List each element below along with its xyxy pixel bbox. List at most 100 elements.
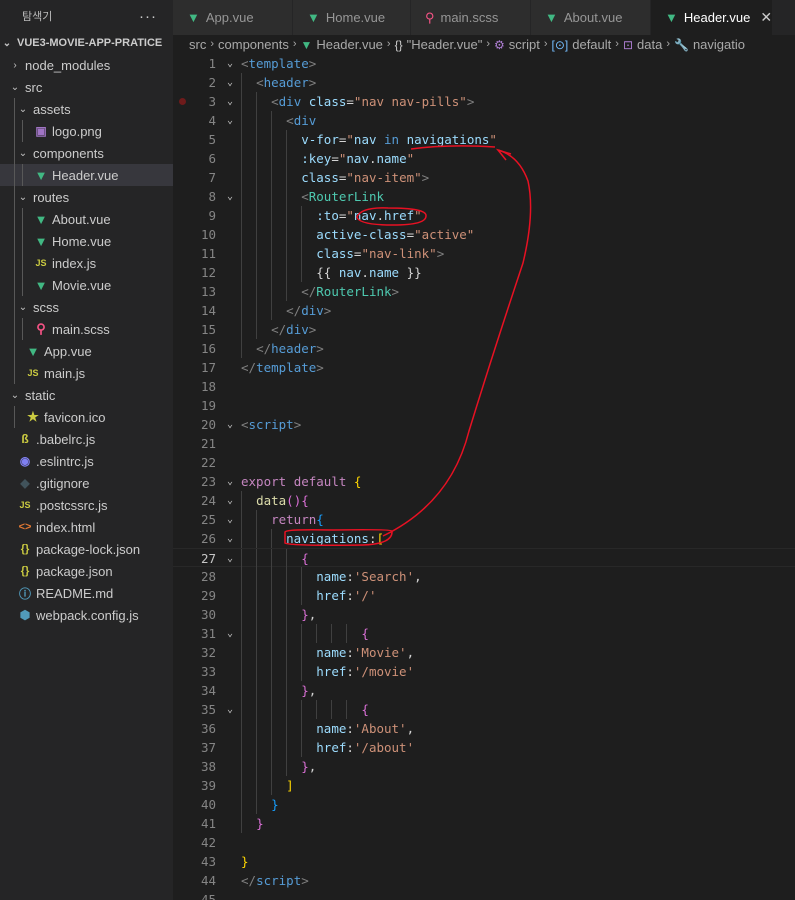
indent-guide	[14, 318, 15, 340]
chevron-right-icon: ›	[386, 38, 391, 50]
tree-item-label: Movie.vue	[52, 277, 112, 293]
eslint-file-icon: ◉	[19, 454, 31, 468]
project-root[interactable]: ⌄ VUE3-MOVIE-APP-PRATICE	[0, 32, 173, 54]
indent-guide	[14, 120, 15, 142]
json-file-icon: {}	[20, 565, 30, 577]
file-item[interactable]: ⬢ webpack.config.js	[0, 604, 173, 626]
folder-item[interactable]: ⌄ routes	[0, 186, 173, 208]
tree-item-label: main.js	[44, 365, 86, 381]
file-item[interactable]: ★ favicon.ico	[0, 406, 173, 428]
js-file-icon: JS	[19, 500, 31, 510]
breadcrumb-item[interactable]: ⚙ script	[494, 37, 540, 52]
braces-icon: {}	[394, 37, 403, 52]
file-item[interactable]: {} package-lock.json	[0, 538, 173, 560]
more-actions-icon[interactable]: ···	[139, 8, 157, 25]
tab-main-scss[interactable]: ⚲ main.scss	[411, 0, 531, 35]
folder-item[interactable]: ⌄ src	[0, 76, 173, 98]
indent-guide	[22, 208, 23, 230]
folder-item[interactable]: ⌄ static	[0, 384, 173, 406]
chevron-right-icon: ›	[486, 38, 490, 50]
box-navigations	[284, 528, 393, 546]
folder-item[interactable]: ⌄ scss	[0, 296, 173, 318]
html-file-icon: <>	[18, 521, 32, 533]
file-item[interactable]: ⓘ README.md	[0, 582, 173, 604]
vue-file-icon: ▼	[34, 167, 48, 183]
breadcrumb-label: script	[508, 36, 540, 52]
vue-file-icon: ▼	[34, 233, 48, 249]
file-item[interactable]: ß .babelrc.js	[0, 428, 173, 450]
file-item[interactable]: ▼ Home.vue	[0, 230, 173, 252]
file-item[interactable]: ◆ .gitignore	[0, 472, 173, 494]
script-icon: ⚙	[494, 37, 505, 52]
vue-file-icon: ▼	[307, 10, 320, 25]
breadcrumb-item[interactable]: components	[218, 37, 289, 52]
tab-label: main.scss	[440, 10, 499, 25]
file-item[interactable]: ▼ Movie.vue	[0, 274, 173, 296]
tab-about-vue[interactable]: ▼ About.vue	[531, 0, 651, 35]
explorer-sidebar: 탐색기 ··· ⌄ VUE3-MOVIE-APP-PRATICE › node_m…	[0, 0, 173, 900]
chevron-right-icon: ›	[666, 38, 670, 50]
webpack-file-icon: ⬢	[19, 608, 31, 622]
tree-item-label: favicon.ico	[44, 409, 106, 425]
breadcrumb-item[interactable]: [⊙] default	[552, 37, 612, 52]
underline-navigations	[410, 145, 496, 150]
tree-item-label: src	[25, 79, 43, 95]
folder-item[interactable]: › node_modules	[0, 54, 173, 76]
code-editor[interactable]: 1 ⌄ <template> 2 ⌄ <header> 3 ⌄ <div class="na…	[173, 53, 795, 900]
tree-item-label: package-lock.json	[36, 541, 141, 557]
tab-label: Home.vue	[325, 10, 386, 25]
json-file-icon: {}	[20, 543, 30, 555]
file-item[interactable]: ▼ Header.vue	[0, 164, 173, 186]
indent-guide	[14, 252, 15, 274]
tree-item-label: webpack.config.js	[36, 607, 139, 623]
scss-file-icon: ⚲	[425, 9, 435, 25]
file-item[interactable]: ▣ logo.png	[0, 120, 173, 142]
tree-item-label: package.json	[36, 563, 113, 579]
breadcrumb-label: src	[189, 36, 207, 52]
method-icon: ⊡	[622, 37, 634, 52]
indent-guide	[22, 252, 23, 274]
breadcrumb-item[interactable]: ▼ Header.vue	[301, 37, 383, 52]
vue-file-icon: ▼	[34, 211, 48, 227]
tree-item-label: routes	[33, 189, 70, 205]
chevron-down-icon: ⌄	[18, 103, 28, 115]
file-item[interactable]: JS index.js	[0, 252, 173, 274]
file-item[interactable]: ◉ .eslintrc.js	[0, 450, 173, 472]
file-item[interactable]: ▼ App.vue	[0, 340, 173, 362]
chevron-down-icon: ⌄	[2, 37, 12, 49]
tree-item-label: README.md	[36, 585, 114, 601]
file-item[interactable]: <> index.html	[0, 516, 173, 538]
git-file-icon: ◆	[20, 476, 30, 490]
tab-home-vue[interactable]: ▼ Home.vue	[293, 0, 411, 35]
vue-file-icon: ▼	[26, 343, 40, 359]
indent-guide	[22, 274, 23, 296]
file-item[interactable]: JS main.js	[0, 362, 173, 384]
chevron-right-icon: ›	[543, 38, 548, 50]
tab-app-vue[interactable]: ▼ App.vue	[173, 0, 293, 35]
tree-item-label: node_modules	[25, 57, 111, 73]
file-item[interactable]: ⚲ main.scss	[0, 318, 173, 340]
folder-item[interactable]: ⌄ assets	[0, 98, 173, 120]
breadcrumb-item[interactable]: {} "Header.vue"	[395, 37, 483, 52]
file-item[interactable]: ▼ About.vue	[0, 208, 173, 230]
tree-item-label: Home.vue	[52, 233, 112, 249]
file-item[interactable]: {} package.json	[0, 560, 173, 582]
indent-guide	[14, 186, 15, 208]
tab-label: Header.vue	[683, 10, 751, 25]
tab-label: About.vue	[563, 10, 623, 25]
breadcrumb-item[interactable]: 🔧 navigatio	[674, 37, 745, 52]
breadcrumb-item[interactable]: ⊡ data	[623, 37, 662, 52]
chevron-right-icon: ›	[615, 38, 619, 50]
editor-tabs: ▼ App.vue ▼ Home.vue ⚲ main.scss ▼ About.vue ▼ He…	[173, 0, 795, 35]
tree-item-label: .gitignore	[36, 475, 90, 491]
tab-label: App.vue	[205, 10, 254, 25]
file-item[interactable]: JS .postcssrc.js	[0, 494, 173, 516]
close-icon[interactable]: ✕	[760, 9, 772, 26]
folder-item[interactable]: ⌄ components	[0, 142, 173, 164]
readme-info-icon: ⓘ	[18, 586, 31, 601]
tab-header-vue[interactable]: ▼ Header.vue ✕	[651, 0, 773, 35]
indent-guide	[22, 120, 23, 142]
scss-file-icon: ⚲	[36, 321, 46, 336]
breadcrumb-item[interactable]: src	[189, 37, 206, 52]
tree-item-label: .postcssrc.js	[36, 497, 108, 513]
